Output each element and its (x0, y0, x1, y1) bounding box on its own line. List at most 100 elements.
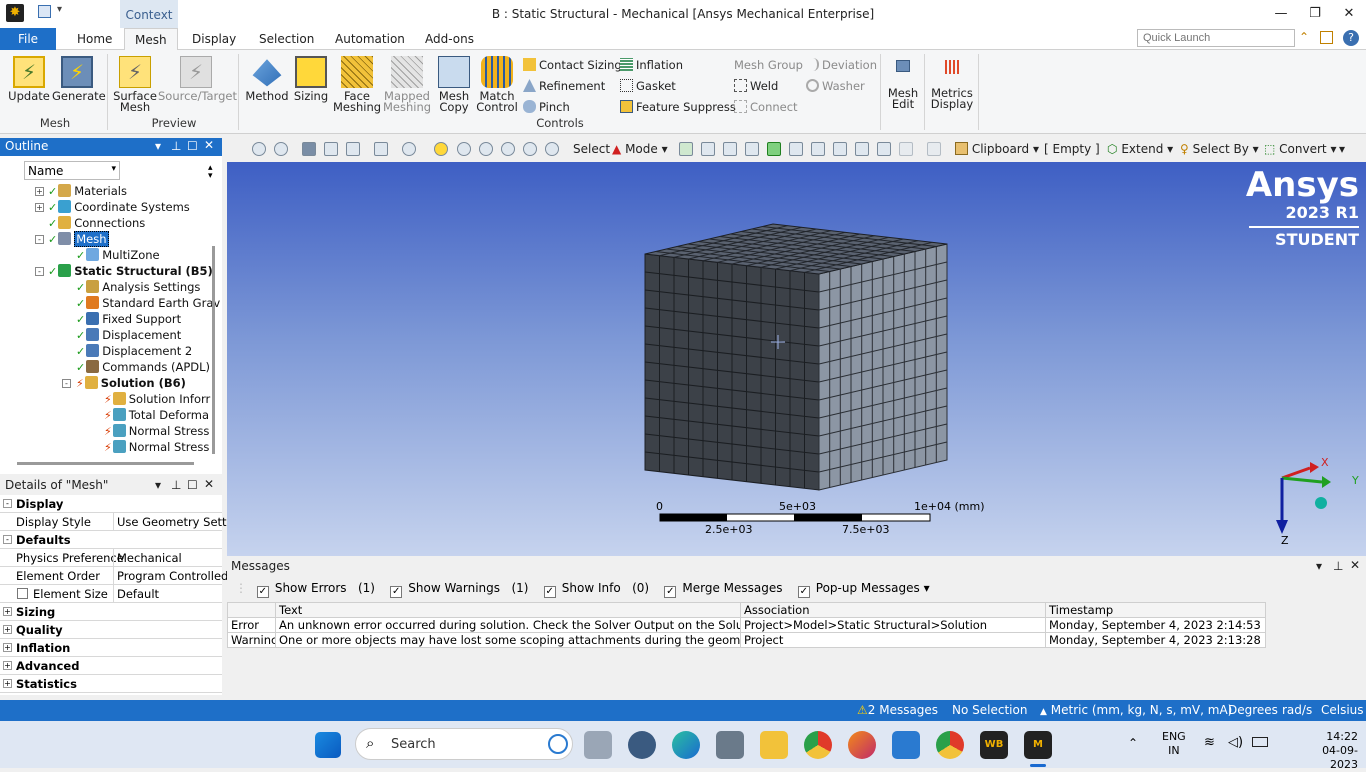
outline-maximize-icon[interactable]: ☐ (187, 139, 198, 153)
outline-pin-icon[interactable]: ⊥ (171, 139, 181, 153)
graphics-viewport[interactable]: Ansys 2023 R1 STUDENT 0 5e+03 1e+04 (mm)… (227, 162, 1366, 556)
expander-icon[interactable]: - (35, 267, 44, 276)
outline-item[interactable]: ✓ Analysis Settings (0, 280, 212, 296)
method-button[interactable]: Method (244, 56, 290, 102)
select-vertex-icon[interactable] (679, 142, 693, 156)
metrics-display-button[interactable]: Metrics Display (928, 60, 976, 110)
zoom-box-icon[interactable] (479, 142, 493, 156)
extend-button[interactable]: ⬡ Extend ▾ (1107, 142, 1173, 156)
mesh-copy-button[interactable]: Mesh Copy (432, 56, 476, 113)
select-body-icon[interactable] (745, 142, 759, 156)
pan-icon[interactable] (434, 142, 448, 156)
sizing-button[interactable]: Sizing (290, 56, 332, 102)
details-category-quality[interactable]: + Quality (0, 621, 222, 639)
outline-item[interactable]: + ✓ Materials (0, 184, 212, 200)
weld-button[interactable]: Weld (734, 79, 778, 95)
expander-icon[interactable]: + (35, 203, 44, 212)
tab-home[interactable]: Home (67, 28, 122, 50)
details-row-display-style[interactable]: Display Style Use Geometry Sett... (0, 513, 238, 531)
face-meshing-button[interactable]: Face Meshing (332, 56, 382, 113)
taskbar-search[interactable]: ⌕ Search (355, 728, 573, 760)
select-mesh-icon[interactable] (833, 142, 847, 156)
outline-close-icon[interactable]: ✕ (204, 138, 214, 152)
language-indicator[interactable]: ENG IN (1162, 730, 1186, 758)
property-value[interactable]: Mechanical (117, 551, 182, 565)
show-warnings-checkbox[interactable]: ✓ Show Warnings (1) (390, 581, 528, 598)
col-association[interactable]: Association (740, 602, 1046, 618)
convert-button[interactable]: ⬚ Convert ▾ (1264, 142, 1336, 156)
edge-icon[interactable] (672, 731, 700, 759)
details-menu-icon[interactable]: ▾ (155, 478, 161, 492)
notepad-icon[interactable] (892, 731, 920, 759)
help-icon[interactable]: ? (1343, 30, 1359, 46)
collapse-ribbon-icon[interactable]: ⌃ (1299, 30, 1309, 44)
outline-item[interactable]: ✓ Standard Earth Grav (0, 296, 220, 312)
control-panel-icon[interactable] (716, 731, 744, 759)
restore-icon[interactable]: ❐ (1305, 6, 1325, 21)
feature-suppress-button[interactable]: Feature Suppress (620, 100, 736, 116)
show-errors-checkbox[interactable]: ✓ Show Errors (1) (256, 581, 375, 598)
select-face-icon[interactable] (723, 142, 737, 156)
toolbar-overflow-icon[interactable]: ▾ (1339, 142, 1345, 156)
outline-item[interactable]: ✓ Commands (APDL) (0, 360, 212, 376)
outline-item[interactable]: ✓ Connections (0, 216, 212, 232)
select-element-face-icon[interactable] (789, 142, 803, 156)
outline-item[interactable]: + ✓ Coordinate Systems (0, 200, 212, 216)
property-value[interactable]: Use Geometry Sett... (117, 515, 238, 529)
details-row-size[interactable]: Element Size Default (0, 585, 222, 603)
select-button[interactable]: Select (573, 142, 610, 156)
zoom-selection-icon[interactable] (523, 142, 537, 156)
inflation-button[interactable]: Inflation (620, 58, 683, 74)
chrome-profile-icon[interactable] (936, 731, 964, 759)
wireframe-icon[interactable] (324, 142, 338, 156)
hide-icon[interactable] (877, 142, 891, 156)
mode-button[interactable]: ▲ Mode ▾ (612, 142, 668, 156)
show-info-checkbox[interactable]: ✓ Show Info (0) (543, 581, 649, 598)
col-timestamp[interactable]: Timestamp (1045, 602, 1266, 618)
zoom-out-icon[interactable] (274, 142, 288, 156)
select-element-icon[interactable] (811, 142, 825, 156)
chrome-icon[interactable] (804, 731, 832, 759)
status-rad[interactable]: rad/s (1282, 703, 1312, 717)
outline-item[interactable]: - ✓ Mesh (0, 231, 212, 248)
outline-scrollbar[interactable] (212, 246, 215, 454)
expander-icon[interactable]: - (35, 235, 44, 244)
outline-hscrollbar[interactable] (17, 462, 194, 465)
outline-item[interactable]: - ⚡ Solution (B6) (0, 376, 212, 392)
clipboard-button[interactable]: Clipboard ▾ (955, 142, 1039, 156)
details-category-sizing[interactable]: + Sizing (0, 603, 222, 621)
select-by-button[interactable]: ♀ Select By ▾ (1180, 142, 1259, 156)
generate-button[interactable]: ⚡ Generate (52, 56, 106, 102)
tab-display[interactable]: Display (182, 28, 246, 50)
details-category-advanced[interactable]: + Advanced (0, 657, 222, 675)
feedback-icon[interactable] (1320, 31, 1333, 44)
expander-icon[interactable]: - (62, 379, 71, 388)
status-celsius[interactable]: Celsius (1321, 703, 1364, 717)
expander-icon[interactable]: + (35, 187, 44, 196)
outline-item[interactable]: ⚡ Normal Stress (0, 424, 212, 440)
minimize-icon[interactable]: — (1271, 6, 1291, 21)
details-category-statistics[interactable]: + Statistics (0, 675, 222, 693)
mesh-model[interactable] (227, 162, 1366, 556)
pinch-button[interactable]: Pinch (523, 100, 570, 116)
refinement-button[interactable]: Refinement (523, 79, 605, 95)
details-category-inflation[interactable]: + Inflation (0, 639, 222, 657)
workbench-icon[interactable]: WB (980, 731, 1008, 759)
element-size-checkbox[interactable] (17, 588, 28, 599)
outline-item[interactable]: ✓ Displacement 2 (0, 344, 212, 360)
tray-overflow-icon[interactable]: ⌃ (1128, 736, 1138, 750)
table-row[interactable]: Warninc One or more objects may have los… (227, 632, 1266, 648)
table-row[interactable]: Error An unknown error occurred during s… (227, 617, 1266, 633)
details-close-icon[interactable]: ✕ (204, 477, 214, 491)
messages-menu-icon[interactable]: ▾ (1316, 559, 1322, 573)
surface-mesh-button[interactable]: ⚡ Surface Mesh (112, 56, 158, 113)
property-value[interactable]: Program Controlled (117, 569, 228, 583)
tab-selection[interactable]: Selection (249, 28, 324, 50)
gasket-button[interactable]: Gasket (620, 79, 676, 95)
zoom-in-icon[interactable] (252, 142, 266, 156)
tab-mesh[interactable]: Mesh (124, 28, 178, 50)
merge-messages-checkbox[interactable]: ✓ Merge Messages (664, 581, 783, 598)
select-edge-icon[interactable] (701, 142, 715, 156)
match-control-button[interactable]: Match Control (474, 56, 520, 113)
messages-close-icon[interactable]: ✕ (1350, 558, 1360, 572)
